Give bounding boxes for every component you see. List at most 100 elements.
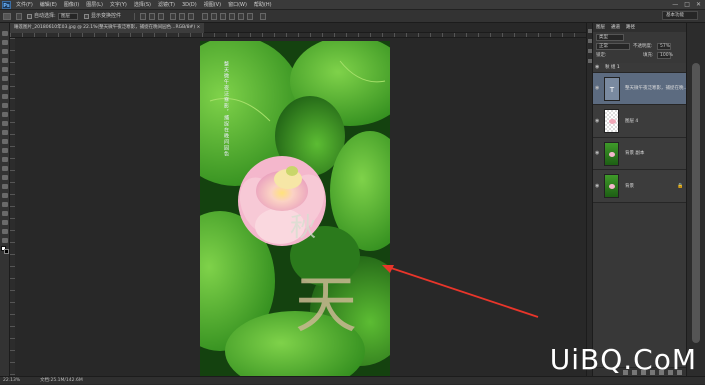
layer-kind-filter[interactable]: 类型 xyxy=(596,34,624,41)
menu-filter[interactable]: 滤镜(T) xyxy=(158,1,175,9)
visibility-eye-icon[interactable]: ◉ xyxy=(595,119,601,124)
menu-help[interactable]: 帮助(H) xyxy=(254,1,272,9)
tool-icon[interactable] xyxy=(2,157,8,162)
tool-icon[interactable] xyxy=(2,67,8,72)
distribute-icon[interactable] xyxy=(229,13,235,20)
layer-row-flower[interactable]: ◉ 图层 4 xyxy=(593,105,687,138)
tool-icon[interactable] xyxy=(2,220,8,225)
show-transform-checkbox[interactable] xyxy=(84,14,89,19)
align-right-icon[interactable] xyxy=(188,13,194,20)
align-bottom-icon[interactable] xyxy=(158,13,164,20)
menu-image[interactable]: 图像(I) xyxy=(64,1,79,9)
align-top-icon[interactable] xyxy=(140,13,146,20)
photo-layer-thumbnail xyxy=(604,174,619,198)
layers-panel: 图层 通道 路径 类型 正常 不透明度: 57% 锁定: 填充: 100% ◉ … xyxy=(592,23,687,376)
menu-view[interactable]: 视图(V) xyxy=(204,1,221,9)
tool-icon[interactable] xyxy=(2,139,8,144)
align-left-icon[interactable] xyxy=(170,13,176,20)
tool-icon[interactable] xyxy=(2,211,8,216)
document-canvas[interactable]: 整天微午夜泛寒影，捕捉在晚间园色 秋 天 xyxy=(200,41,390,377)
tool-preset-icon[interactable] xyxy=(16,13,22,20)
opacity-input[interactable]: 57% xyxy=(657,43,671,50)
distribute-icon[interactable] xyxy=(238,13,244,20)
move-tool-icon[interactable] xyxy=(3,13,11,20)
lotus-photo: 整天微午夜泛寒影，捕捉在晚间园色 秋 天 xyxy=(200,41,390,377)
fill-input[interactable]: 100% xyxy=(657,52,673,59)
auto-select-label: 自动选择: xyxy=(34,13,56,19)
menu-layer[interactable]: 图层(L) xyxy=(86,1,103,9)
tool-icon[interactable] xyxy=(2,202,8,207)
tool-icon[interactable] xyxy=(2,49,8,54)
layer-name: 图层 4 xyxy=(625,119,639,124)
tab-channels[interactable]: 通道 xyxy=(611,23,620,32)
scrollbar-thumb[interactable] xyxy=(692,63,700,343)
close-button[interactable]: ✕ xyxy=(696,1,701,9)
align-center-icon[interactable] xyxy=(179,13,185,20)
distribute-icon[interactable] xyxy=(202,13,208,20)
layers-scrollbar[interactable] xyxy=(686,23,705,376)
title-char-1: 秋 xyxy=(290,213,316,243)
tab-layers[interactable]: 图层 xyxy=(596,23,605,32)
auto-align-icon[interactable] xyxy=(260,13,266,20)
tool-icon[interactable] xyxy=(2,112,8,117)
tool-icon[interactable] xyxy=(2,166,8,171)
tool-icon[interactable] xyxy=(2,130,8,135)
tool-icon[interactable] xyxy=(2,175,8,180)
visibility-eye-icon[interactable]: ◉ xyxy=(595,86,601,91)
annotation-arrow xyxy=(382,265,539,318)
minimize-button[interactable]: — xyxy=(672,1,678,9)
menu-window[interactable]: 窗口(W) xyxy=(228,1,247,9)
flower-layer-thumbnail xyxy=(604,109,619,133)
menu-edit[interactable]: 编辑(E) xyxy=(40,1,57,9)
layers-panel-tabs: 图层 通道 路径 xyxy=(593,23,687,32)
tool-icon[interactable] xyxy=(2,184,8,189)
tab-paths[interactable]: 路径 xyxy=(626,23,635,32)
layer-row-text[interactable]: ◉ T 整天微午夜泛寒影，捕捉在晚.. xyxy=(593,73,687,105)
tool-icon[interactable] xyxy=(2,103,8,108)
poem-text-vertical: 整天微午夜泛寒影，捕捉在晚间园色 xyxy=(223,60,229,157)
lock-icon: 🔒 xyxy=(677,183,684,189)
visibility-eye-icon[interactable]: ◉ xyxy=(595,65,601,70)
blend-mode-select[interactable]: 正常 xyxy=(596,43,630,50)
visibility-eye-icon[interactable]: ◉ xyxy=(595,151,601,156)
tool-icon[interactable] xyxy=(2,121,8,126)
tool-icon[interactable] xyxy=(2,85,8,90)
layer-row-background-copy[interactable]: ◉ 背景 副本 xyxy=(593,138,687,170)
distribute-icon[interactable] xyxy=(247,13,253,20)
lock-label: 锁定: xyxy=(596,53,607,58)
tool-icon[interactable] xyxy=(2,229,8,234)
distribute-icon[interactable] xyxy=(220,13,226,20)
window-controls: — □ ✕ xyxy=(672,1,701,9)
maximize-button[interactable]: □ xyxy=(684,1,690,9)
tool-icon[interactable] xyxy=(2,238,8,243)
group-name: 秋 组 1 xyxy=(605,65,620,70)
tool-icon[interactable] xyxy=(2,148,8,153)
tool-icon[interactable] xyxy=(2,40,8,45)
auto-select-checkbox[interactable] xyxy=(27,14,32,19)
show-transform-label: 显示变换控件 xyxy=(91,13,122,19)
tool-icon[interactable] xyxy=(2,76,8,81)
auto-select-dropdown[interactable]: 图层 xyxy=(58,13,78,20)
workspace-switcher[interactable]: 基本功能 xyxy=(662,11,698,20)
menu-select[interactable]: 选择(S) xyxy=(134,1,151,9)
align-middle-icon[interactable] xyxy=(149,13,155,20)
tool-icon[interactable] xyxy=(2,58,8,63)
distribute-icon[interactable] xyxy=(211,13,217,20)
document-tab[interactable]: 睡莲图片_20180610年03.jpg @ 22.1%(整天微午夜泛寒影，捕捉… xyxy=(10,23,205,33)
tool-icon[interactable] xyxy=(2,94,8,99)
tool-icon[interactable] xyxy=(2,31,8,36)
visibility-eye-icon[interactable]: ◉ xyxy=(595,184,601,189)
tool-icon[interactable] xyxy=(2,193,8,198)
menu-type[interactable]: 文字(Y) xyxy=(110,1,127,9)
status-bar: 22.13% 文档:25.1M/142.6M xyxy=(0,376,705,384)
title-char-2: 天 xyxy=(295,268,357,341)
menu-3d[interactable]: 3D(D) xyxy=(182,1,197,9)
menu-items: 文件(F) 编辑(E) 图像(I) 图层(L) 文字(Y) 选择(S) 滤镜(T… xyxy=(16,1,272,9)
layer-group-row[interactable]: ◉ 秋 组 1 xyxy=(593,63,687,73)
menu-file[interactable]: 文件(F) xyxy=(16,1,33,9)
layer-name: 背景 xyxy=(625,184,634,189)
layer-row-background[interactable]: ◉ 背景 🔒 xyxy=(593,170,687,203)
background-color-swatch[interactable] xyxy=(4,249,9,254)
divider xyxy=(134,13,135,20)
layer-name: 背景 副本 xyxy=(625,151,645,156)
